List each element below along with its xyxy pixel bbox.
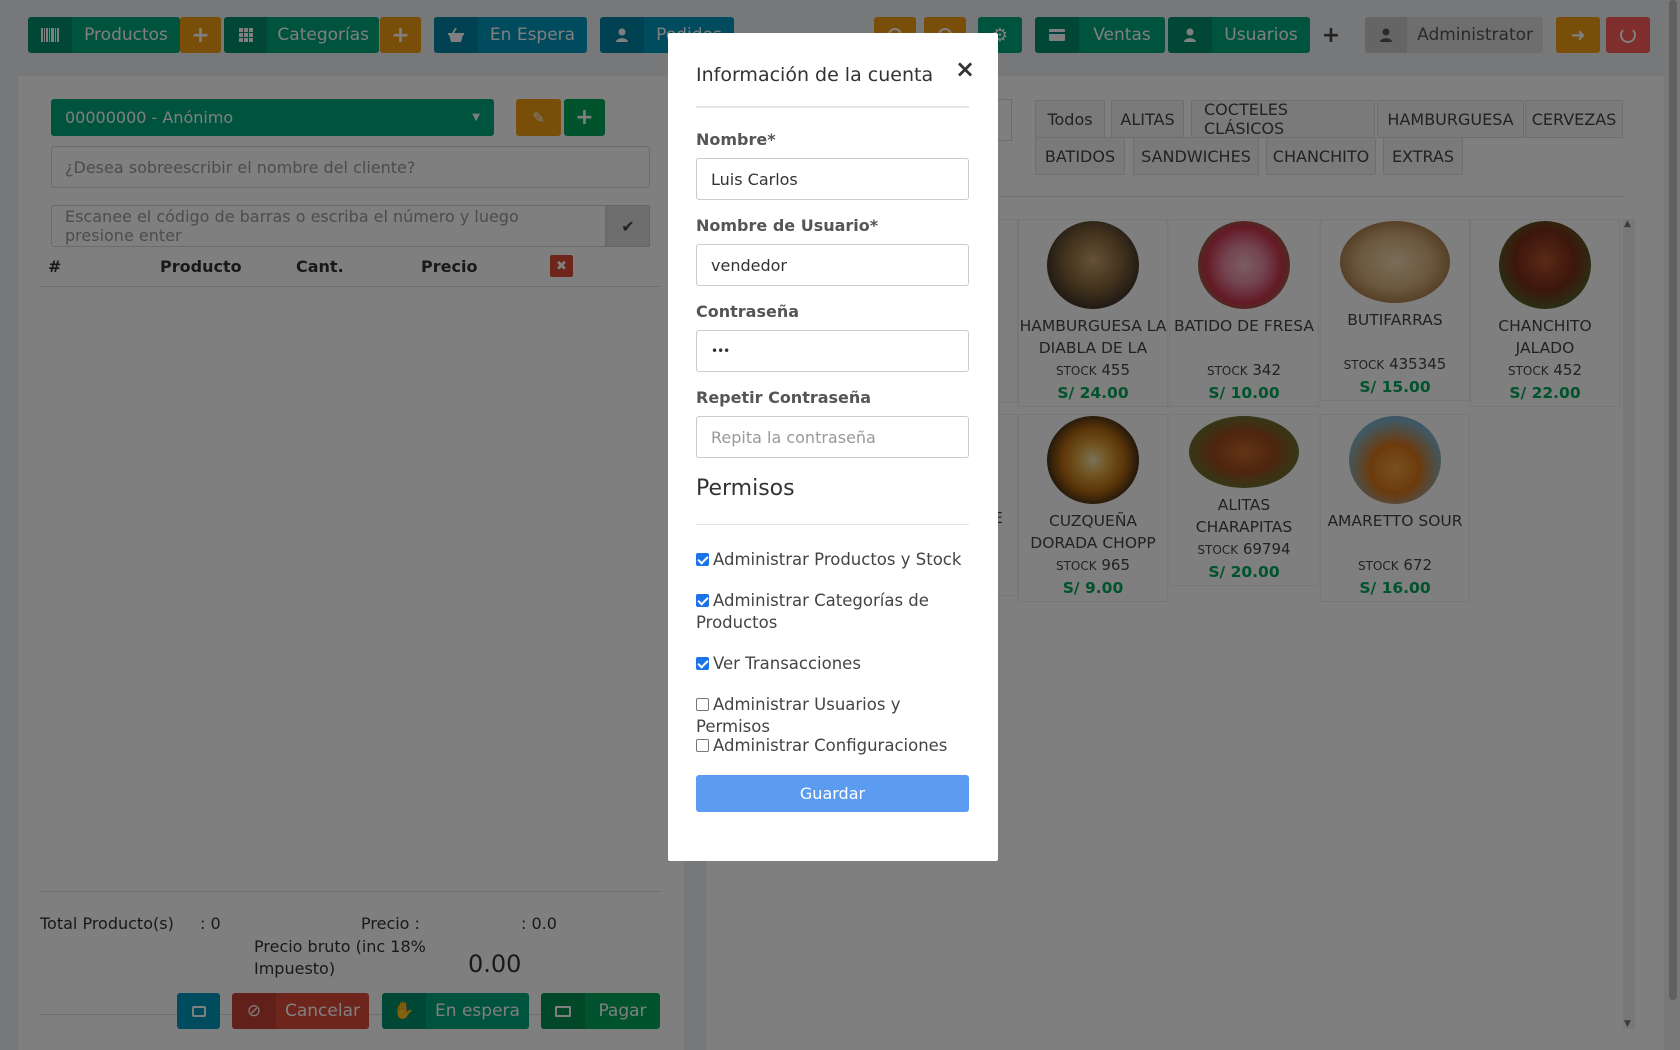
permission-label: Administrar Productos y Stock	[713, 550, 962, 569]
password-field[interactable]: •••	[696, 330, 969, 372]
permission-label: Administrar Categorías de Productos	[696, 591, 929, 632]
nombre-label: Nombre*	[696, 130, 776, 149]
permission-settings[interactable]: Administrar Configuraciones	[696, 735, 971, 757]
usuario-field[interactable]: vendedor	[696, 244, 969, 286]
password-value: •••	[711, 344, 730, 358]
checkbox[interactable]	[696, 553, 709, 566]
save-label: Guardar	[799, 784, 866, 803]
permission-transactions[interactable]: Ver Transacciones	[696, 653, 971, 675]
permission-label: Administrar Configuraciones	[713, 736, 948, 755]
usuario-label: Nombre de Usuario*	[696, 216, 879, 235]
permission-users[interactable]: Administrar Usuarios y Permisos	[696, 694, 971, 738]
modal-header-divider	[696, 106, 969, 108]
permission-label: Ver Transacciones	[713, 654, 861, 673]
permission-products[interactable]: Administrar Productos y Stock	[696, 549, 971, 571]
repeat-password-label: Repetir Contraseña	[696, 388, 872, 407]
permisos-divider	[696, 524, 969, 525]
close-icon[interactable]: ×	[955, 55, 975, 83]
account-modal: Información de la cuenta × Nombre* Luis …	[668, 33, 998, 861]
modal-title: Información de la cuenta	[696, 64, 934, 86]
repeat-password-field[interactable]: Repita la contraseña	[696, 416, 969, 458]
checkbox[interactable]	[696, 739, 709, 752]
permisos-title: Permisos	[696, 476, 795, 501]
nombre-field[interactable]: Luis Carlos	[696, 158, 969, 200]
save-button[interactable]: Guardar	[696, 775, 969, 812]
permission-label: Administrar Usuarios y Permisos	[696, 695, 901, 736]
checkbox[interactable]	[696, 657, 709, 670]
nombre-value: Luis Carlos	[711, 169, 798, 189]
password-label: Contraseña	[696, 302, 800, 321]
checkbox[interactable]	[696, 594, 709, 607]
usuario-value: vendedor	[711, 255, 787, 275]
repeat-password-placeholder: Repita la contraseña	[711, 427, 876, 447]
permission-categories[interactable]: Administrar Categorías de Productos	[696, 590, 971, 634]
checkbox[interactable]	[696, 698, 709, 711]
